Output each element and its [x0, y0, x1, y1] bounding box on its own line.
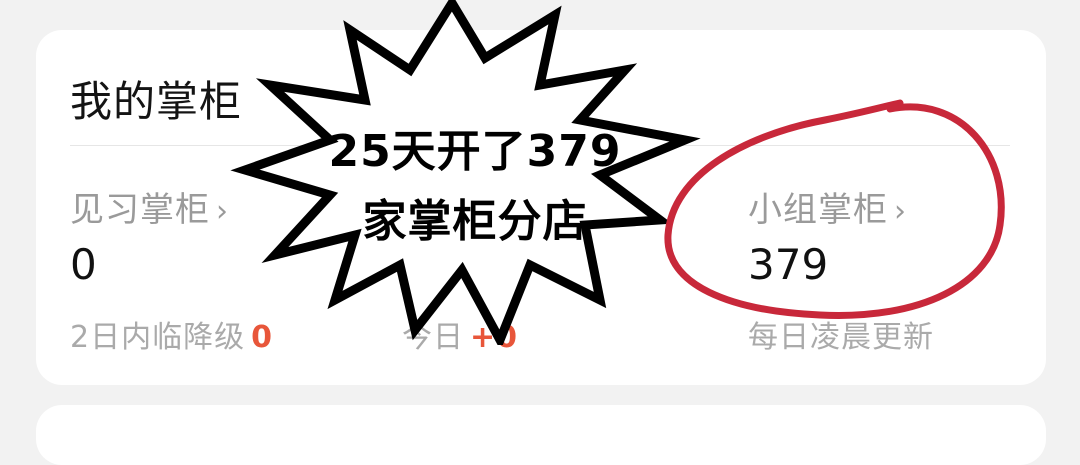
red-circle-annotation — [664, 99, 1005, 319]
next-card — [36, 405, 1046, 465]
chevron-right-icon: › — [216, 194, 229, 229]
intern-shopkeeper-label: 见习掌柜 — [70, 190, 210, 230]
card-title: 我的掌柜 — [70, 77, 243, 126]
demotion-note-label: 2日内临降级 — [70, 320, 246, 355]
intern-shopkeeper-link[interactable]: 见习掌柜 › — [70, 182, 229, 231]
sticker-line-1: 25天开了379 — [328, 126, 622, 177]
sticker-line-2: 家掌柜分店 — [362, 196, 588, 247]
intern-shopkeeper-count: 0 — [70, 240, 97, 289]
